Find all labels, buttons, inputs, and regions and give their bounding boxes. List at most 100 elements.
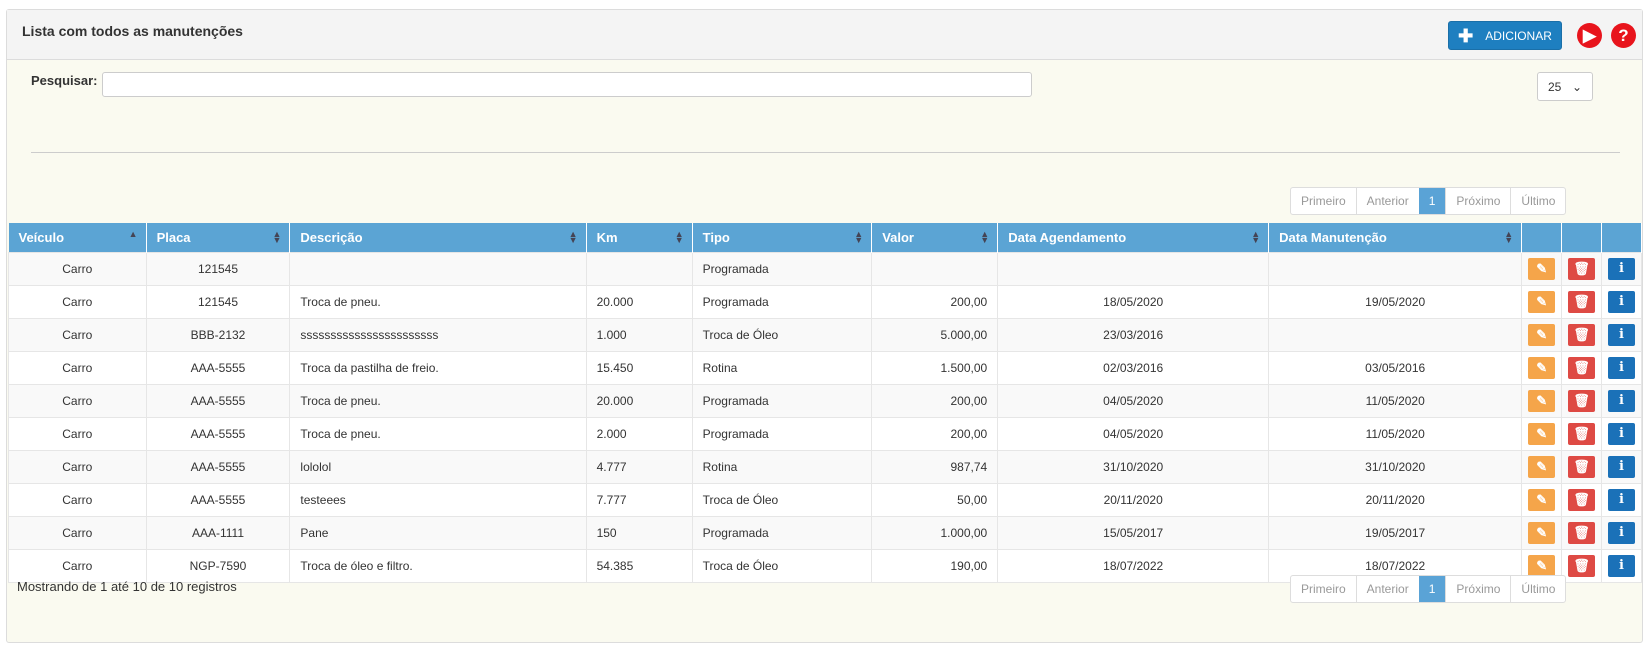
col-placa[interactable]: Placa ▲ ▼ [146,223,291,252]
delete-button-cell: 🗑 [1561,449,1602,484]
col-descricao[interactable]: Descrição ▲ ▼ [289,223,587,252]
edit-button[interactable]: ✎ [1528,323,1556,346]
page-size-select[interactable]: 25 ⌄ [1537,72,1593,101]
info-button[interactable]: i [1608,290,1635,313]
cell-veiculo: Carro [8,482,147,517]
delete-button-cell: 🗑 [1561,416,1602,451]
delete-button-cell: 🗑 [1561,383,1602,418]
info-button[interactable]: i [1608,488,1635,511]
info-button[interactable]: i [1608,323,1635,346]
delete-button[interactable]: 🗑 [1568,389,1596,412]
help-icon[interactable]: ? [1611,23,1636,48]
delete-button[interactable]: 🗑 [1568,356,1596,379]
page-next[interactable]: Próximo [1445,188,1510,214]
page-first[interactable]: Primeiro [1291,188,1356,214]
cell-descricao: Troca de pneu. [289,416,587,451]
search-label: Pesquisar: [31,73,98,88]
col-data-manutencao[interactable]: Data Manutenção ▲ ▼ [1268,223,1523,252]
info-button-cell: i [1601,383,1642,418]
cell-placa: AAA-5555 [145,482,291,517]
play-icon[interactable]: ▶ [1577,23,1602,48]
col-delete [1561,223,1602,252]
edit-button[interactable]: ✎ [1528,290,1556,313]
delete-button[interactable]: 🗑 [1568,290,1596,313]
info-button[interactable]: i [1608,257,1635,280]
delete-button[interactable]: 🗑 [1568,422,1596,445]
page-first[interactable]: Primeiro [1291,576,1356,602]
cell-km: 150 [585,515,693,550]
cell-valor: 200,00 [871,383,999,418]
info-button-cell: i [1601,284,1642,319]
cell-tipo: Programada [691,251,873,286]
pagination-top: Primeiro Anterior 1 Próximo Último [1290,187,1567,215]
cell-placa: AAA-5555 [145,416,291,451]
col-valor[interactable]: Valor ▲ ▼ [871,223,999,252]
col-data-agendamento[interactable]: Data Agendamento ▲ ▼ [997,223,1270,252]
cell-tipo: Rotina [691,350,873,385]
edit-button[interactable]: ✎ [1528,488,1556,511]
sort-icon: ▲ ▼ [674,229,684,245]
sort-icon: ▲ ▼ [272,229,282,245]
delete-button[interactable]: 🗑 [1568,323,1596,346]
cell-km [585,251,693,286]
info-button[interactable]: i [1608,389,1635,412]
sort-icon: ▲ ▼ [854,229,864,245]
edit-button[interactable]: ✎ [1528,356,1556,379]
page-prev[interactable]: Anterior [1355,188,1419,214]
page-prev[interactable]: Anterior [1355,576,1419,602]
cell-data-agendamento: 18/07/2022 [997,548,1270,583]
panel-title: Lista com todos as manutenções [22,23,243,39]
delete-button[interactable]: 🗑 [1568,488,1596,511]
cell-km: 15.450 [585,350,693,385]
table-row: Carro 121545 Programada ✎ 🗑 i [8,251,1642,286]
cell-placa: 121545 [145,251,291,286]
cell-km: 1.000 [585,317,693,352]
cell-data-agendamento: 04/05/2020 [997,383,1270,418]
info-button[interactable]: i [1608,356,1635,379]
cell-tipo: Rotina [691,449,873,484]
delete-button-cell: 🗑 [1561,482,1602,517]
cell-valor: 987,74 [871,449,999,484]
col-veiculo[interactable]: Veículo ▲ [8,223,147,252]
cell-veiculo: Carro [8,284,147,319]
edit-button[interactable]: ✎ [1528,554,1556,577]
info-button[interactable]: i [1608,455,1635,478]
search-input[interactable] [102,72,1032,97]
info-button[interactable]: i [1608,521,1635,544]
cell-tipo: Programada [691,416,873,451]
page-current[interactable]: 1 [1418,188,1446,214]
cell-km: 7.777 [585,482,693,517]
delete-button[interactable]: 🗑 [1568,554,1596,577]
col-tipo[interactable]: Tipo ▲ ▼ [692,223,873,252]
info-button-cell: i [1601,449,1642,484]
cell-veiculo: Carro [8,383,147,418]
edit-button-cell: ✎ [1521,449,1563,484]
add-button[interactable]: ✚ ADICIONAR [1448,21,1562,50]
edit-button[interactable]: ✎ [1528,389,1556,412]
page-last[interactable]: Último [1510,188,1565,214]
cell-data-agendamento: 31/10/2020 [997,449,1270,484]
panel-header: Lista com todos as manutenções ✚ ADICION… [7,10,1642,60]
delete-button[interactable]: 🗑 [1568,455,1596,478]
cell-tipo: Troca de Óleo [691,548,873,583]
maintenance-panel: Lista com todos as manutenções ✚ ADICION… [6,9,1643,643]
edit-button[interactable]: ✎ [1528,422,1556,445]
edit-button[interactable]: ✎ [1528,521,1556,544]
cell-veiculo: Carro [8,449,147,484]
page-last[interactable]: Último [1510,576,1565,602]
add-button-label: ADICIONAR [1485,28,1552,43]
sort-asc-icon: ▲ [128,229,138,239]
delete-button[interactable]: 🗑 [1568,521,1596,544]
info-button[interactable]: i [1608,554,1635,577]
info-button[interactable]: i [1608,422,1635,445]
cell-data-manutencao: 31/10/2020 [1268,449,1523,484]
page-current[interactable]: 1 [1418,576,1446,602]
delete-button[interactable]: 🗑 [1568,257,1596,280]
chevron-down-icon: ⌄ [1571,80,1582,94]
col-km[interactable]: Km ▲ ▼ [586,223,693,252]
edit-button[interactable]: ✎ [1528,257,1556,280]
info-button-cell: i [1601,317,1642,352]
page-next[interactable]: Próximo [1445,576,1510,602]
table-row: Carro AAA-1111 Pane 150 Programada 1.000,00 15… [8,515,1642,550]
edit-button[interactable]: ✎ [1528,455,1556,478]
